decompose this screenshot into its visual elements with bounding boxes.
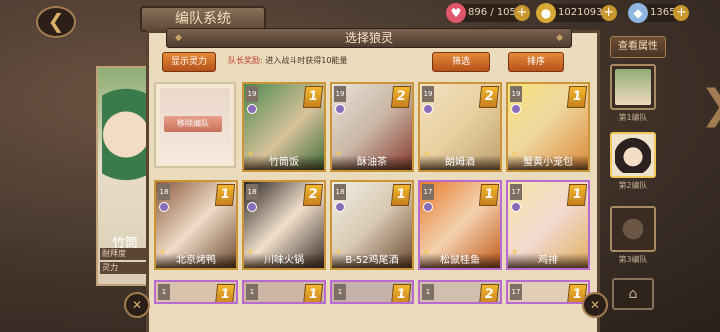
spirit-card[interactable]: 19 1 ★ 蟹黄小笼包	[506, 82, 590, 172]
crystal-icon: ◆	[628, 3, 648, 23]
element-icon	[247, 202, 257, 212]
card-name: 松鼠桂鱼	[420, 253, 500, 268]
card-level: 17	[510, 284, 522, 300]
panel-title: 选择狼灵	[166, 28, 572, 48]
card-level: 1	[334, 284, 346, 300]
spirit-card[interactable]: 1 1	[242, 280, 326, 304]
chevron-right-icon[interactable]: ❯	[700, 80, 720, 130]
card-cost: 1	[302, 284, 324, 302]
card-level: 17	[422, 184, 434, 200]
card-level: 19	[510, 86, 522, 102]
back-button[interactable]: ❮	[36, 6, 76, 38]
coin-value: 1021093	[558, 7, 603, 18]
card-cost: 2	[478, 86, 500, 108]
card-level: 18	[334, 184, 346, 200]
spirit-card[interactable]: 17 1 ★ 松鼠桂鱼	[418, 180, 502, 270]
element-icon	[511, 104, 521, 114]
card-cost: 2	[478, 284, 500, 302]
remove-from-team-button[interactable]: 移除编队	[164, 116, 222, 132]
spirit-card[interactable]: 1 2	[418, 280, 502, 304]
add-coin-button[interactable]: +	[600, 5, 617, 21]
team-3-label: 第3编队	[618, 255, 648, 264]
card-level: 19	[246, 86, 258, 102]
team-1-label: 第1编队	[618, 113, 648, 122]
element-icon	[247, 104, 257, 114]
close-icon[interactable]: ✕	[124, 292, 150, 318]
stamina-value: 896 / 105	[468, 7, 516, 18]
card-level: 1	[246, 284, 258, 300]
coin-counter: ● 1021093 +	[536, 3, 617, 23]
spirit-card[interactable]: 17 1	[506, 280, 590, 304]
spirit-card[interactable]: 18 2 ★ 川味火锅	[242, 180, 326, 270]
card-cost: 1	[390, 184, 412, 206]
element-icon	[423, 202, 433, 212]
card-level: 18	[246, 184, 258, 200]
element-icon	[335, 104, 345, 114]
card-name: 酥油茶	[332, 155, 412, 170]
leader-reward-text: 进入战斗时获得10能量	[265, 56, 348, 65]
back-arrow-icon: ❮	[47, 9, 65, 33]
spirit-card[interactable]: 18 1 ★ 北京烤鸭	[154, 180, 238, 270]
card-name: B-52鸡尾酒	[332, 253, 412, 268]
heart-icon: ♥	[446, 3, 466, 23]
team-1-avatar	[615, 69, 651, 105]
card-cost: 1	[214, 284, 236, 302]
card-name: 蟹黄小笼包	[508, 155, 588, 170]
spirit-card[interactable]: 17 1 ★ 鸡排	[506, 180, 590, 270]
spirit-card[interactable]: 18 1 ★ B-52鸡尾酒	[330, 180, 414, 270]
element-icon	[159, 202, 169, 212]
hero-portrait	[102, 76, 150, 206]
stat-spirit: 灵力	[100, 262, 152, 274]
leader-reward-label: 队长奖励:	[228, 56, 263, 65]
card-cost: 2	[390, 86, 412, 108]
card-level: 19	[422, 86, 434, 102]
team-2-label: 第2编队	[618, 181, 648, 190]
card-level: 1	[422, 284, 434, 300]
hero-stats: 耐拜度 灵力	[100, 248, 152, 276]
card-name: 朗姆酒	[420, 155, 500, 170]
crystal-counter: ◆ 1365 +	[628, 3, 690, 23]
show-spirit-button[interactable]: 显示灵力	[162, 52, 216, 72]
team-3-emblem-icon	[615, 211, 651, 247]
spirit-card[interactable]: 1 1	[330, 280, 414, 304]
element-icon	[511, 202, 521, 212]
card-cost: 1	[566, 184, 588, 206]
spirit-card[interactable]: 19 1 ★ 竹筒饭	[242, 82, 326, 172]
card-name: 竹筒饭	[244, 155, 324, 170]
team-slot-1[interactable]: 第1编队	[610, 64, 656, 122]
card-cost: 1	[214, 184, 236, 206]
team-2-avatar	[615, 137, 651, 173]
crystal-value: 1365	[650, 7, 676, 18]
card-level: 1	[158, 284, 170, 300]
card-name: 北京烤鸭	[156, 253, 236, 268]
element-icon	[423, 104, 433, 114]
stat-stamina: 耐拜度	[100, 248, 152, 260]
filter-button[interactable]: 筛选	[432, 52, 490, 72]
element-icon	[335, 202, 345, 212]
team-slot-2[interactable]: 第2编队	[610, 132, 656, 190]
spirit-card[interactable]: 19 2 ★ 酥油茶	[330, 82, 414, 172]
close-icon[interactable]: ✕	[582, 292, 608, 318]
leader-reward: 队长奖励: 进入战斗时获得10能量	[228, 55, 347, 66]
spirit-card[interactable]: 1 1	[154, 280, 238, 304]
sort-button[interactable]: 排序	[508, 52, 564, 72]
lock-icon: ⌂	[612, 278, 654, 310]
spirit-card[interactable]: 19 2 ★ 朗姆酒	[418, 82, 502, 172]
coin-icon: ●	[536, 3, 556, 23]
card-level: 18	[158, 184, 170, 200]
card-cost: 2	[302, 184, 324, 206]
card-level: 19	[334, 86, 346, 102]
card-cost: 1	[478, 184, 500, 206]
team-slot-3[interactable]: 第3编队	[610, 206, 656, 264]
view-attributes-button[interactable]: 查看属性	[610, 36, 666, 58]
card-level: 17	[510, 184, 522, 200]
card-name: 川味火锅	[244, 253, 324, 268]
stamina-counter: ♥ 896 / 105 +	[446, 3, 530, 23]
card-cost: 1	[390, 284, 412, 302]
card-cost: 1	[566, 86, 588, 108]
add-stamina-button[interactable]: +	[513, 5, 530, 21]
card-cost: 1	[302, 86, 324, 108]
card-name: 鸡排	[508, 253, 588, 268]
